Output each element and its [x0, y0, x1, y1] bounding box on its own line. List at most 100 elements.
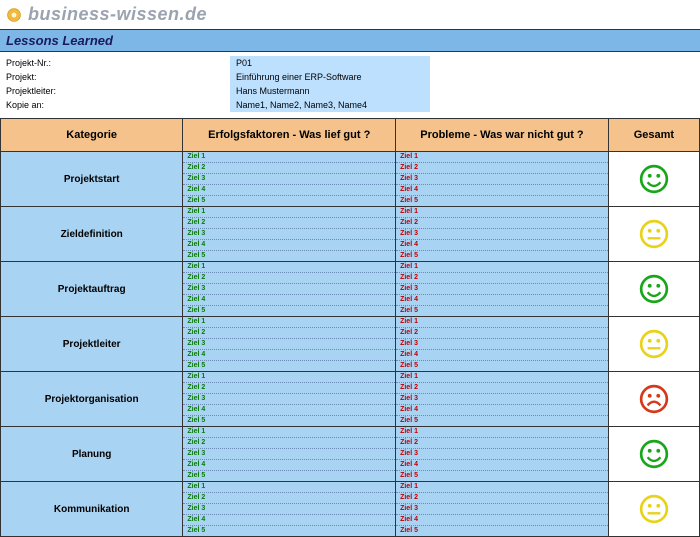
ziel-cell: Ziel 2 [396, 493, 608, 504]
ziel-cell: Ziel 2 [396, 383, 608, 394]
ziel-cell: Ziel 3 [396, 449, 608, 460]
table-row: ProjektleiterZiel 1Ziel 2Ziel 3Ziel 4Zie… [1, 317, 700, 372]
ziel-cell: Ziel 1 [183, 372, 395, 383]
status-red-sad-icon [639, 384, 669, 414]
ziel-cell: Ziel 5 [396, 306, 608, 317]
ziel-cell: Ziel 4 [183, 350, 395, 361]
ziel-cell: Ziel 4 [396, 185, 608, 196]
ziel-cell: Ziel 4 [396, 515, 608, 526]
ziel-cell: Ziel 4 [183, 240, 395, 251]
kategorie-cell: Projektleiter [1, 317, 183, 372]
meta-label-projekt-nr: Projekt-Nr.: [0, 56, 230, 70]
ziel-cell: Ziel 5 [183, 526, 395, 537]
page-title: Lessons Learned [0, 29, 700, 52]
site-name: business-wissen.de [28, 4, 207, 25]
table-row: ProjektauftragZiel 1Ziel 2Ziel 3Ziel 4Zi… [1, 262, 700, 317]
ziel-cell: Ziel 5 [396, 526, 608, 537]
ziel-cell: Ziel 1 [183, 207, 395, 218]
table-row: PlanungZiel 1Ziel 2Ziel 3Ziel 4Ziel 5Zie… [1, 427, 700, 482]
ziel-cell: Ziel 4 [183, 295, 395, 306]
ziel-cell: Ziel 2 [183, 383, 395, 394]
ziel-cell: Ziel 3 [183, 229, 395, 240]
ziel-cell: Ziel 1 [396, 317, 608, 328]
ziel-cell: Ziel 1 [396, 207, 608, 218]
ziel-cell: Ziel 3 [396, 229, 608, 240]
ziel-cell: Ziel 3 [183, 339, 395, 350]
ziel-cell: Ziel 1 [183, 427, 395, 438]
meta-label-leiter: Projektleiter: [0, 84, 230, 98]
status-yellow-neutral-icon [639, 329, 669, 359]
probleme-cell: Ziel 1Ziel 2Ziel 3Ziel 4Ziel 5 [396, 207, 609, 262]
ziel-cell: Ziel 5 [396, 361, 608, 372]
ziel-cell: Ziel 5 [183, 471, 395, 482]
erfolg-cell: Ziel 1Ziel 2Ziel 3Ziel 4Ziel 5 [183, 317, 396, 372]
meta-label-projekt: Projekt: [0, 70, 230, 84]
meta-value-kopie: Name1, Name2, Name3, Name4 [230, 98, 430, 112]
ziel-cell: Ziel 2 [396, 273, 608, 284]
kategorie-cell: Projektauftrag [1, 262, 183, 317]
erfolg-cell: Ziel 1Ziel 2Ziel 3Ziel 4Ziel 5 [183, 262, 396, 317]
probleme-cell: Ziel 1Ziel 2Ziel 3Ziel 4Ziel 5 [396, 152, 609, 207]
ziel-cell: Ziel 4 [396, 405, 608, 416]
table-row: ZieldefinitionZiel 1Ziel 2Ziel 3Ziel 4Zi… [1, 207, 700, 262]
gesamt-cell [608, 482, 699, 537]
ziel-cell: Ziel 4 [396, 350, 608, 361]
ziel-cell: Ziel 2 [183, 273, 395, 284]
table-row: Projektstart Ziel 1Ziel 2Ziel 3Ziel 4Ziel… [1, 152, 700, 207]
probleme-cell: Ziel 1Ziel 2Ziel 3Ziel 4Ziel 5 [396, 317, 609, 372]
kategorie-cell: Projektstart [1, 152, 183, 207]
ziel-cell: Ziel 2 [183, 493, 395, 504]
ziel-cell: Ziel 1 [396, 482, 608, 493]
ziel-cell: Ziel 4 [396, 295, 608, 306]
kategorie-cell: Zieldefinition [1, 207, 183, 262]
lessons-table: Kategorie Erfolgsfaktoren - Was lief gut… [0, 118, 700, 537]
kategorie-cell: Kommunikation [1, 482, 183, 537]
ziel-cell: Ziel 5 [396, 196, 608, 207]
status-green-happy-icon [639, 439, 669, 469]
ziel-cell: Ziel 3 [183, 504, 395, 515]
ziel-cell: Ziel 1 [183, 262, 395, 273]
probleme-cell: Ziel 1Ziel 2Ziel 3Ziel 4Ziel 5 [396, 372, 609, 427]
ziel-cell: Ziel 3 [396, 394, 608, 405]
table-row: ProjektorganisationZiel 1Ziel 2Ziel 3Zie… [1, 372, 700, 427]
ziel-cell: Ziel 5 [183, 196, 395, 207]
ziel-cell: Ziel 1 [396, 372, 608, 383]
meta-value-projekt: Einführung einer ERP-Software [230, 70, 430, 84]
probleme-cell: Ziel 1Ziel 2Ziel 3Ziel 4Ziel 5 [396, 482, 609, 537]
ziel-cell: Ziel 4 [183, 405, 395, 416]
ziel-cell: Ziel 1 [183, 317, 395, 328]
ziel-cell: Ziel 5 [396, 251, 608, 262]
ziel-cell: Ziel 2 [183, 218, 395, 229]
status-yellow-neutral-icon [639, 219, 669, 249]
ziel-cell: Ziel 3 [396, 339, 608, 350]
erfolg-cell: Ziel 1Ziel 2Ziel 3Ziel 4Ziel 5 [183, 207, 396, 262]
gesamt-cell [608, 427, 699, 482]
ziel-cell: Ziel 1 [183, 482, 395, 493]
meta-value-leiter: Hans Mustermann [230, 84, 430, 98]
probleme-cell: Ziel 1Ziel 2Ziel 3Ziel 4Ziel 5 [396, 427, 609, 482]
ziel-cell: Ziel 2 [396, 328, 608, 339]
gesamt-cell [608, 262, 699, 317]
kategorie-cell: Projektorganisation [1, 372, 183, 427]
ziel-cell: Ziel 2 [396, 218, 608, 229]
ziel-cell: Ziel 1 [396, 152, 608, 163]
probleme-cell: Ziel 1Ziel 2Ziel 3Ziel 4Ziel 5 [396, 262, 609, 317]
ziel-cell: Ziel 4 [183, 460, 395, 471]
table-row: KommunikationZiel 1Ziel 2Ziel 3Ziel 4Zie… [1, 482, 700, 537]
meta-label-kopie: Kopie an: [0, 98, 230, 112]
ziel-cell: Ziel 4 [396, 460, 608, 471]
ziel-cell: Ziel 5 [183, 416, 395, 427]
ziel-cell: Ziel 4 [183, 185, 395, 196]
ziel-cell: Ziel 5 [183, 306, 395, 317]
meta-table: Projekt-Nr.: P01 Projekt: Einführung ein… [0, 56, 700, 112]
ziel-cell: Ziel 5 [183, 361, 395, 372]
gesamt-cell [608, 372, 699, 427]
status-green-happy-icon [639, 274, 669, 304]
status-green-happy-icon [639, 164, 669, 194]
ziel-cell: Ziel 5 [183, 251, 395, 262]
ziel-cell: Ziel 4 [183, 515, 395, 526]
ziel-cell: Ziel 2 [183, 328, 395, 339]
status-yellow-neutral-icon [639, 494, 669, 524]
col-erfolg: Erfolgsfaktoren - Was lief gut ? [183, 119, 396, 152]
erfolg-cell: Ziel 1Ziel 2Ziel 3Ziel 4Ziel 5 [183, 482, 396, 537]
